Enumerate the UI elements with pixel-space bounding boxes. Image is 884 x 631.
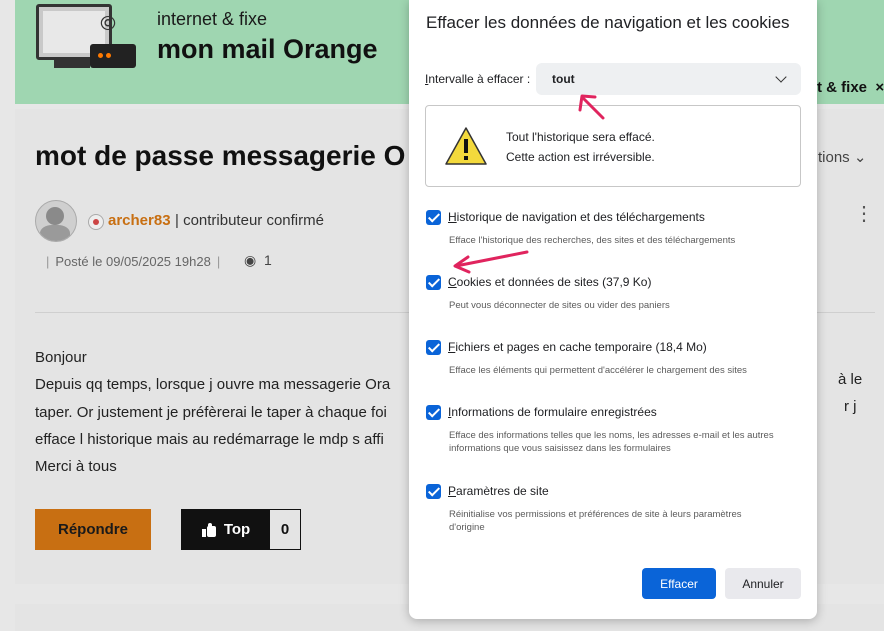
banner-subtitle: internet & fixe — [157, 9, 268, 29]
thumbs-up-icon — [201, 522, 216, 537]
clear-button[interactable]: Effacer — [642, 568, 716, 599]
eye-icon: ◉ — [244, 252, 257, 268]
interval-select[interactable]: tout — [536, 63, 801, 95]
option-label[interactable]: Historique de navigation et des téléchar… — [448, 210, 705, 224]
close-icon[interactable]: × — [875, 79, 884, 96]
view-count: ◉ 1 — [244, 252, 272, 268]
warning-box: Tout l'historique sera effacé. Cette act… — [425, 105, 801, 187]
interval-label: Intervalle à effacer : — [425, 72, 531, 86]
options-menu[interactable]: tions ⌄ — [818, 148, 866, 166]
cancel-button[interactable]: Annuler — [725, 568, 801, 599]
warning-line: Cette action est irréversible. — [506, 150, 655, 164]
post-date: | Posté le 09/05/2025 19h28 | — [46, 254, 221, 269]
author-link[interactable]: archer83 — [108, 212, 171, 229]
checkbox[interactable] — [426, 340, 441, 355]
option-description: Réinitialise vos permissions et préféren… — [449, 509, 742, 533]
option-label[interactable]: Informations de formulaire enregistrées — [448, 405, 657, 419]
top-count: 0 — [270, 510, 300, 549]
author-role: | contributeur confirmé — [175, 212, 324, 229]
warning-line: Tout l'historique sera effacé. — [506, 130, 655, 144]
reply-button[interactable]: Répondre — [35, 509, 151, 550]
top-label: Top — [223, 521, 251, 538]
checkbox[interactable] — [426, 210, 441, 225]
option-label[interactable]: Cookies et données de sites (37,9 Ko) — [448, 275, 651, 289]
avatar[interactable] — [35, 200, 77, 242]
option-description: Efface les éléments qui permettent d'acc… — [449, 365, 747, 376]
checkbox[interactable] — [426, 405, 441, 420]
option-description: Efface des informations telles que les n… — [449, 430, 774, 454]
interval-value: tout — [552, 72, 575, 86]
more-options-icon[interactable]: ⋮ — [854, 204, 874, 224]
option-description: Peut vous déconnecter de sites ou vider … — [449, 300, 670, 311]
warning-icon — [445, 127, 487, 165]
monitor-stand — [54, 60, 90, 68]
checkbox[interactable] — [426, 484, 441, 499]
chevron-down-icon — [775, 71, 787, 83]
top-button[interactable]: Top 0 — [181, 509, 301, 550]
chevron-down-icon: ⌄ — [853, 149, 867, 166]
option-label[interactable]: Paramètres de site — [448, 484, 549, 498]
body-line-tail: à le — [838, 371, 863, 388]
banner-title: mon mail Orange — [157, 34, 378, 64]
option-description: Efface l'historique des recherches, des … — [449, 235, 736, 246]
breadcrumb-link[interactable]: t & fixe × — [817, 79, 884, 96]
rank-badge-icon — [88, 214, 104, 230]
option-label[interactable]: Fichiers et pages en cache temporaire (1… — [448, 340, 707, 354]
router-icon — [90, 44, 136, 68]
clear-data-dialog: Effacer les données de navigation et les… — [409, 0, 817, 619]
post-title: mot de passe messagerie O — [35, 140, 406, 171]
dialog-title: Effacer les données de navigation et les… — [426, 13, 790, 32]
checkbox[interactable] — [426, 275, 441, 290]
wifi-icon: ⦾ — [100, 13, 116, 35]
body-line-tail: r j — [844, 398, 857, 415]
